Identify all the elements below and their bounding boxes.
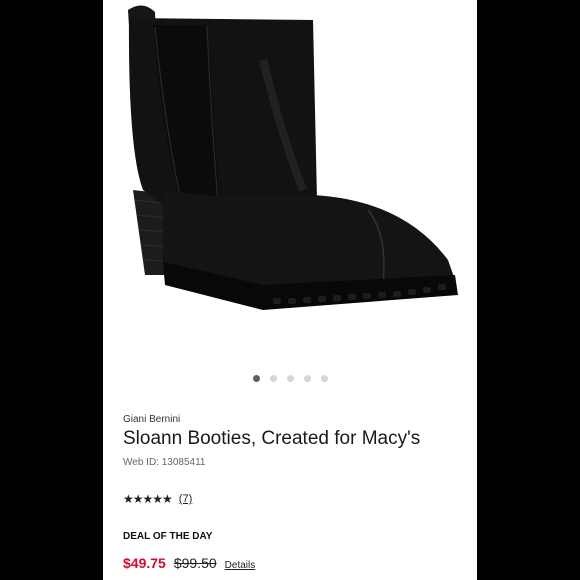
deal-label: DEAL OF THE DAY bbox=[123, 531, 213, 542]
product-title: Sloann Booties, Created for Macy's bbox=[123, 428, 421, 449]
carousel-dot-1[interactable] bbox=[252, 375, 260, 382]
price-row: $49.75 $99.50 Details bbox=[123, 555, 255, 571]
details-link[interactable]: Details bbox=[225, 560, 256, 571]
rating-stars-icon: ★★★★★ bbox=[123, 492, 173, 506]
carousel-dot-4[interactable] bbox=[303, 375, 311, 382]
review-count-link[interactable]: (7) bbox=[179, 493, 192, 505]
original-price: $99.50 bbox=[173, 555, 217, 571]
rating-row[interactable]: ★★★★★ (7) bbox=[123, 492, 192, 506]
brand-name[interactable]: Giani Bernini bbox=[123, 414, 180, 425]
carousel-dot-2[interactable] bbox=[269, 375, 277, 382]
carousel-dot-5[interactable] bbox=[320, 375, 328, 382]
product-screen: Giani Bernini Sloann Booties, Created fo… bbox=[103, 0, 477, 580]
product-image[interactable] bbox=[103, 0, 477, 330]
sale-price: $49.75 bbox=[123, 555, 166, 571]
web-id: Web ID: 13085411 bbox=[123, 457, 206, 468]
carousel-dot-3[interactable] bbox=[286, 375, 294, 382]
image-carousel-dots bbox=[103, 375, 477, 382]
